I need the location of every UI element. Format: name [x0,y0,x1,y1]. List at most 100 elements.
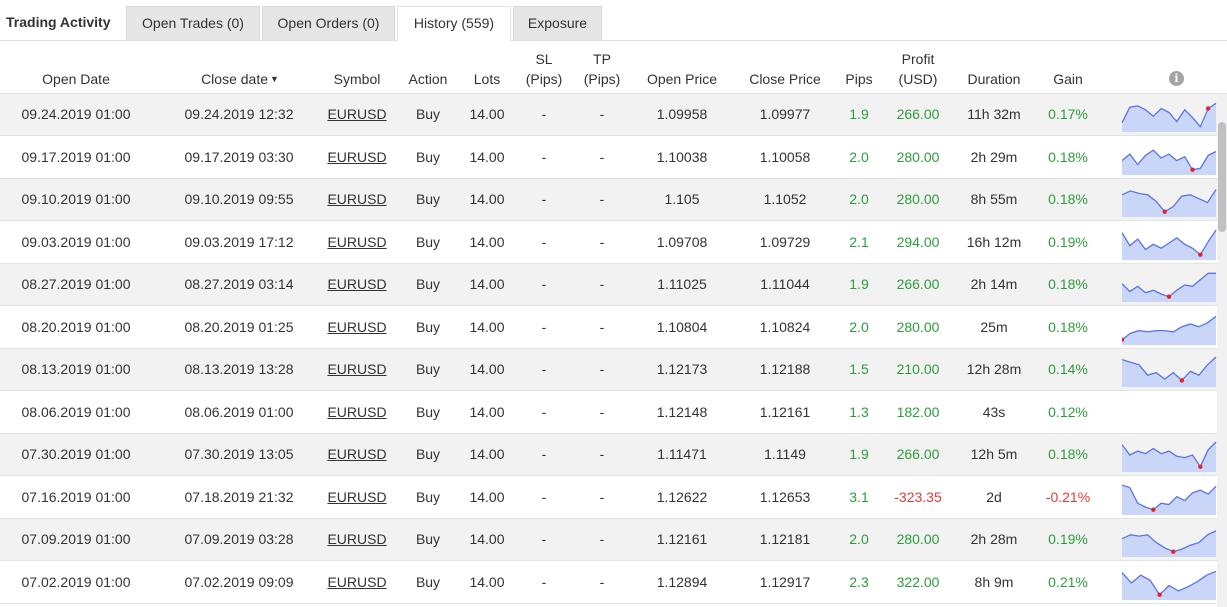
cell-duration: 12h 28m [966,361,1022,377]
header-open-date[interactable]: Open Date [20,69,132,89]
trade-sparkline [1122,189,1217,217]
cell-sl: - [541,446,547,462]
cell-duration: 43s [982,404,1006,420]
cell-open-price: 1.11471 [657,446,707,462]
cell-open-date: 09.24.2019 01:00 [21,106,131,122]
cell-symbol[interactable]: EURUSD [322,318,392,336]
cell-symbol[interactable]: EURUSD [322,233,392,251]
cell-pips: 1.9 [849,276,869,292]
cell-open-price: 1.12622 [656,489,708,505]
header-lots[interactable]: Lots [464,69,510,89]
table-row[interactable]: 09.17.2019 01:00 09.17.2019 03:30 EURUSD Bu… [0,137,1217,179]
cell-sl: - [541,574,547,590]
cell-sl: - [541,149,547,165]
cell-pips: 1.3 [849,404,869,420]
cell-tp: - [599,404,605,420]
header-pips[interactable]: Pips [838,69,880,89]
trade-sparkline [1122,441,1217,472]
cell-lots: 14.00 [469,106,505,122]
cell-duration: 8h 55m [970,191,1018,207]
cell-symbol[interactable]: EURUSD [322,148,392,166]
cell-open-date: 08.20.2019 01:00 [21,319,131,335]
table-row[interactable]: 08.06.2019 01:00 08.06.2019 01:00 EURUSD Bu… [0,392,1217,434]
table-row[interactable]: 07.02.2019 01:00 07.02.2019 09:09 EURUSD Bu… [0,562,1217,604]
cell-open-date: 07.30.2019 01:00 [21,446,131,462]
table-row[interactable]: 07.16.2019 01:00 07.18.2019 21:32 EURUSD Bu… [0,477,1217,519]
header-duration[interactable]: Duration [959,69,1029,89]
cell-symbol[interactable]: EURUSD [322,275,392,293]
header-profit[interactable]: Profit (USD) [887,49,949,89]
cell-profit: 322.00 [896,574,940,590]
cell-tp: - [599,361,605,377]
cell-duration: 2h 28m [970,531,1018,547]
trade-sparkline [1122,229,1217,260]
sparkline-marker [1171,549,1176,554]
header-tp[interactable]: TP (Pips) [577,49,627,89]
trade-sparkline [1122,315,1217,345]
cell-lots: 14.00 [469,531,505,547]
table-row[interactable]: 09.24.2019 01:00 09.24.2019 12:32 EURUSD Bu… [0,94,1217,136]
cell-action: Buy [415,531,441,547]
sparkline-marker [1179,378,1185,383]
cell-lots: 14.00 [469,234,505,250]
cell-action: Buy [415,191,441,207]
table-row[interactable]: 07.09.2019 01:00 07.09.2019 03:28 EURUSD Bu… [0,519,1217,561]
cell-action: Buy [415,574,441,590]
cell-duration: 25m [980,319,1008,335]
cell-symbol[interactable]: EURUSD [322,573,392,591]
cell-symbol[interactable]: EURUSD [322,530,392,548]
cell-open-date: 09.17.2019 01:00 [21,149,131,165]
header-action[interactable]: Action [400,69,456,89]
cell-profit: 280.00 [896,319,940,335]
cell-close-date: 08.20.2019 01:25 [184,319,294,335]
tab-open-trades[interactable]: Open Trades (0) [126,6,260,40]
sort-desc-icon: ▼ [270,74,279,84]
cell-duration: 8h 9m [974,574,1014,590]
cell-close-date: 08.13.2019 13:28 [184,361,294,377]
table-row[interactable]: 08.27.2019 01:00 08.27.2019 03:14 EURUSD Bu… [0,264,1217,306]
table-row[interactable]: 08.13.2019 01:00 08.13.2019 13:28 EURUSD Bu… [0,349,1217,391]
cell-symbol[interactable]: EURUSD [322,488,392,506]
cell-close-date: 09.03.2019 17:12 [184,234,294,250]
sparkline-area [1122,103,1216,132]
header-close-price[interactable]: Close Price [740,69,830,89]
trade-sparkline [1122,272,1216,302]
header-gain[interactable]: Gain [1038,69,1098,89]
cell-close-price: 1.09729 [759,234,811,250]
table-row[interactable]: 09.03.2019 01:00 09.03.2019 17:12 EURUSD Bu… [0,222,1217,264]
cell-symbol[interactable]: EURUSD [322,190,392,208]
cell-close-date: 09.24.2019 12:32 [184,106,294,122]
table-row[interactable]: 08.20.2019 01:00 08.20.2019 01:25 EURUSD Bu… [0,307,1217,349]
cell-symbol[interactable]: EURUSD [322,360,392,378]
scrollbar[interactable] [1217,94,1227,607]
cell-close-date: 09.10.2019 09:55 [184,191,294,207]
cell-open-price: 1.12894 [656,574,708,590]
cell-gain: 0.18% [1048,276,1088,292]
cell-pips: 2.3 [849,574,869,590]
cell-symbol[interactable]: EURUSD [322,445,392,463]
cell-tp: - [599,574,605,590]
cell-duration: 2h 29m [970,149,1018,165]
cell-open-price: 1.10804 [656,319,708,335]
cell-close-date: 07.18.2019 21:32 [184,489,294,505]
table-header: Open Date Close date ▼ Symbol Action Lots… [0,41,1227,94]
header-open-price[interactable]: Open Price [637,69,727,89]
info-icon[interactable]: i [1169,71,1184,86]
header-symbol[interactable]: Symbol [322,69,392,89]
scrollbar-thumb[interactable] [1218,122,1226,232]
header-sl[interactable]: SL (Pips) [519,49,569,89]
cell-symbol[interactable]: EURUSD [322,403,392,421]
cell-profit: 210.00 [896,361,940,377]
cell-pips: 1.9 [849,446,869,462]
cell-lots: 14.00 [469,276,505,292]
tab-open-orders[interactable]: Open Orders (0) [262,6,395,40]
cell-action: Buy [415,276,441,292]
tab-exposure[interactable]: Exposure [513,6,602,40]
table-row[interactable]: 07.30.2019 01:00 07.30.2019 13:05 EURUSD Bu… [0,434,1217,476]
tab-history[interactable]: History (559) [397,6,511,41]
header-close-date[interactable]: Close date ▼ [180,69,300,91]
table-row[interactable]: 09.10.2019 01:00 09.10.2019 09:55 EURUSD Bu… [0,179,1217,221]
cell-close-price: 1.12917 [759,574,811,590]
cell-symbol[interactable]: EURUSD [322,105,392,123]
cell-close-price: 1.09977 [759,106,811,122]
